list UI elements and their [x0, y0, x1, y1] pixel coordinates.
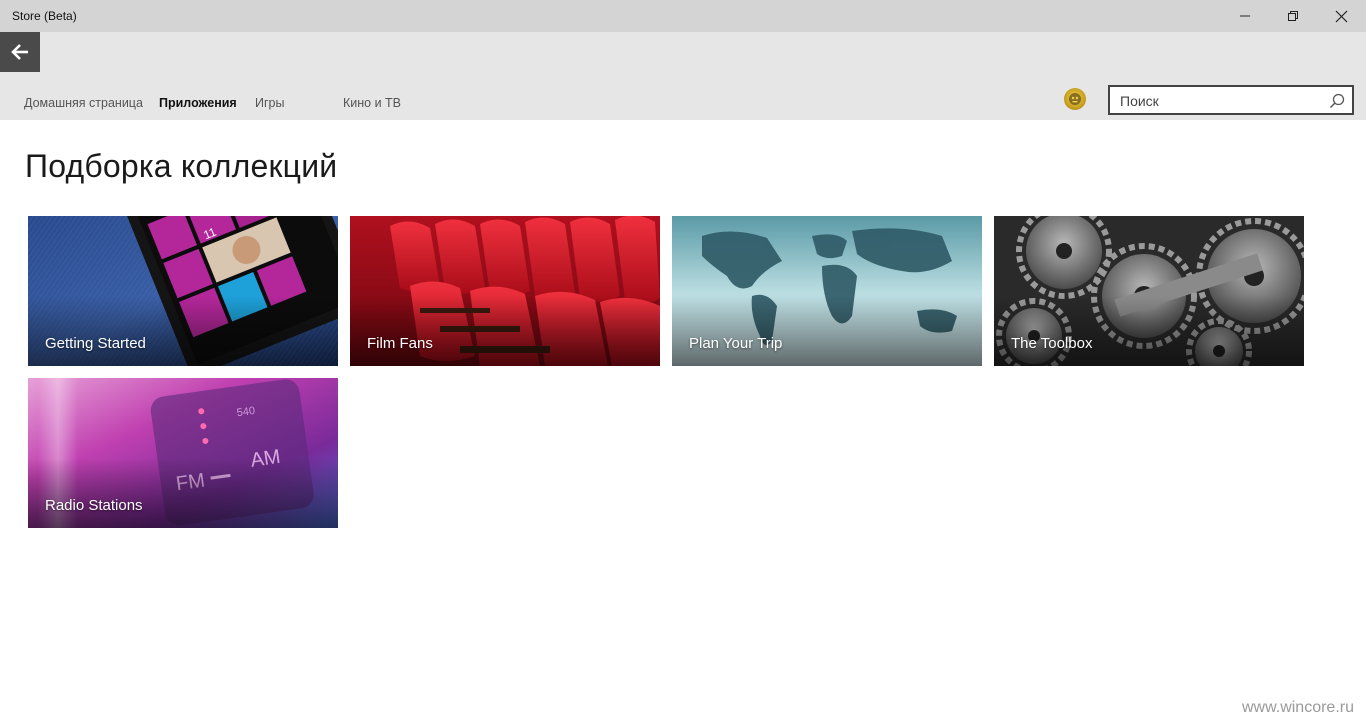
minimize-icon	[1240, 15, 1250, 17]
collection-label: The Toolbox	[1011, 335, 1093, 352]
search-box[interactable]	[1108, 85, 1354, 115]
collection-label: Plan Your Trip	[689, 335, 783, 352]
window-title: Store (Beta)	[12, 9, 77, 23]
page-title: Подборка коллекций	[25, 148, 338, 184]
collection-label: Getting Started	[45, 335, 146, 352]
restore-icon	[1288, 11, 1298, 21]
collection-label: Radio Stations	[45, 497, 143, 514]
nav-item-home[interactable]: Домашняя страница	[24, 96, 143, 110]
watermark: www.wincore.ru	[1241, 699, 1354, 716]
arrow-left-icon	[11, 44, 28, 60]
search-input[interactable]	[1118, 91, 1322, 111]
minimize-button[interactable]	[1222, 0, 1268, 32]
collection-tile-the-toolbox[interactable]: The Toolbox	[994, 216, 1304, 366]
nav-item-apps[interactable]: Приложения	[159, 96, 237, 110]
restore-button[interactable]	[1270, 0, 1316, 32]
close-button[interactable]	[1318, 0, 1364, 32]
nav-item-games[interactable]: Игры	[255, 96, 284, 110]
app-header: Домашняя страница Приложения Игры Кино и…	[0, 32, 1366, 120]
collection-tile-radio-stations[interactable]: 540 FM AM Radio Stations	[28, 378, 338, 528]
radio-dial-number: 540	[236, 405, 256, 419]
close-icon	[1335, 10, 1347, 22]
collection-label: Film Fans	[367, 335, 433, 352]
collection-tile-getting-started[interactable]: 11 Me Getting Started	[28, 216, 338, 366]
search-icon[interactable]	[1328, 92, 1346, 110]
title-bar: Store (Beta)	[0, 0, 1366, 32]
nav-item-movies-tv[interactable]: Кино и ТВ	[343, 96, 401, 110]
collection-tile-plan-your-trip[interactable]: Plan Your Trip	[672, 216, 982, 366]
collection-tile-film-fans[interactable]: Film Fans	[350, 216, 660, 366]
avatar-face-icon	[1069, 93, 1081, 105]
back-button[interactable]	[0, 32, 40, 72]
user-avatar[interactable]	[1064, 88, 1086, 110]
